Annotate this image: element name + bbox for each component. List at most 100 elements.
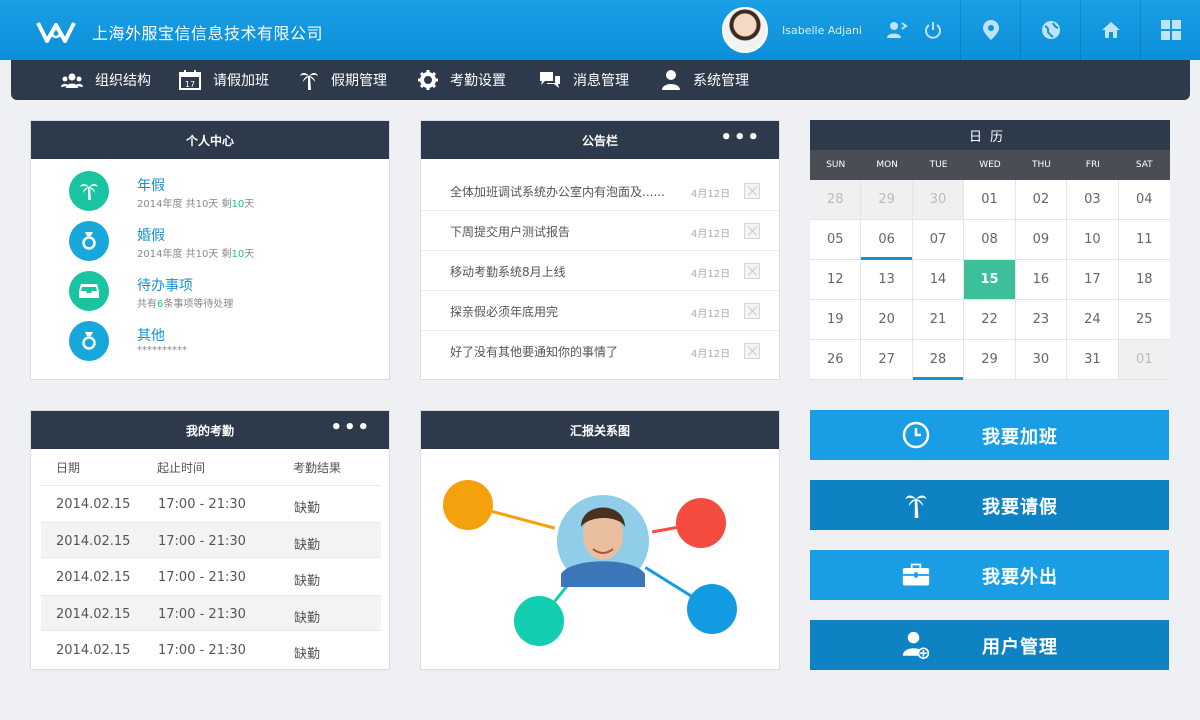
- calendar-day[interactable]: 06: [861, 220, 913, 260]
- calendar-day[interactable]: 31: [1067, 340, 1119, 380]
- notice-board-panel: 公告栏 ••• 全体加班调试系统办公室内有泡面及...... 4月12日 下周提…: [420, 120, 780, 380]
- calendar-day[interactable]: 13: [861, 260, 913, 300]
- power-icon[interactable]: [918, 0, 948, 60]
- table-row[interactable]: 2014.02.15 17:00 - 21:30 缺勤: [41, 632, 381, 668]
- close-icon[interactable]: [744, 183, 760, 199]
- calendar-day[interactable]: 10: [1067, 220, 1119, 260]
- calendar-day[interactable]: 29: [861, 180, 913, 220]
- calendar-day[interactable]: 09: [1015, 220, 1068, 260]
- location-icon[interactable]: [961, 0, 1021, 60]
- top-bar: 上海外服宝信信息技术有限公司 Isabelle Adjani: [0, 0, 1200, 60]
- nav-item-leave-overtime[interactable]: 17 请假加班: [179, 60, 269, 100]
- calendar-day[interactable]: 19: [810, 300, 862, 340]
- panel-title: 公告栏 •••: [421, 121, 779, 159]
- personal-item-todo[interactable]: 待办事项 共有6条事项等待处理: [69, 271, 389, 319]
- calendar-day[interactable]: 18: [1118, 260, 1170, 300]
- calendar-day[interactable]: 17: [1067, 260, 1119, 300]
- calendar-day[interactable]: 30: [912, 180, 965, 220]
- nav-label: 消息管理: [573, 73, 629, 89]
- notice-item[interactable]: 下周提交用户测试报告 4月12日: [421, 211, 779, 251]
- calendar-day[interactable]: 29: [964, 340, 1016, 380]
- apps-grid-icon[interactable]: [1141, 0, 1200, 60]
- notice-item[interactable]: 移动考勤系统8月上线 4月12日: [421, 251, 779, 291]
- calendar-day[interactable]: 20: [861, 300, 913, 340]
- node-circle[interactable]: [687, 584, 737, 634]
- users-icon: [61, 73, 83, 88]
- node-circle[interactable]: [443, 480, 493, 530]
- user-avatar[interactable]: [722, 7, 768, 53]
- report-graph: [443, 480, 737, 646]
- user-management-button[interactable]: 用户管理: [810, 620, 1169, 670]
- calendar-day[interactable]: 12: [810, 260, 862, 300]
- nav-item-holiday[interactable]: 假期管理: [299, 60, 387, 100]
- calendar-day[interactable]: 22: [964, 300, 1016, 340]
- calendar-day[interactable]: 05: [810, 220, 862, 260]
- table-row[interactable]: 2014.02.15 17:00 - 21:30 缺勤: [41, 559, 381, 595]
- calendar-day[interactable]: 26: [810, 340, 862, 380]
- ring-icon: [69, 221, 109, 261]
- panel-title: 我的考勤 •••: [31, 411, 389, 449]
- calendar-day[interactable]: 21: [912, 300, 965, 340]
- personal-item-annual-leave[interactable]: 年假 2014年度 共10天 剩10天: [69, 171, 389, 219]
- calendar-day[interactable]: 08: [964, 220, 1016, 260]
- close-icon[interactable]: [744, 263, 760, 279]
- calendar-day-today[interactable]: 15: [964, 260, 1016, 300]
- table-row[interactable]: 2014.02.15 17:00 - 21:30 缺勤: [41, 595, 381, 631]
- personal-item-other[interactable]: 其他 **********: [69, 321, 389, 369]
- chat-icon: [540, 72, 560, 88]
- nav-label: 请假加班: [213, 73, 269, 89]
- calendar-day[interactable]: 30: [1015, 340, 1068, 380]
- calendar-day[interactable]: 23: [1015, 300, 1068, 340]
- more-button[interactable]: •••: [720, 129, 761, 147]
- overtime-button[interactable]: 我要加班: [810, 410, 1169, 460]
- globe-icon[interactable]: [1021, 0, 1081, 60]
- calendar-day[interactable]: 27: [861, 340, 913, 380]
- more-button[interactable]: •••: [330, 419, 371, 437]
- node-circle[interactable]: [514, 596, 564, 646]
- calendar-day[interactable]: 03: [1067, 180, 1119, 220]
- close-icon[interactable]: [744, 343, 760, 359]
- gear-icon: [418, 70, 438, 90]
- calendar-day[interactable]: 24: [1067, 300, 1119, 340]
- calendar-day[interactable]: 02: [1015, 180, 1068, 220]
- nav-label: 系统管理: [693, 73, 749, 89]
- nav-item-attendance-settings[interactable]: 考勤设置: [418, 60, 506, 100]
- close-icon[interactable]: [744, 223, 760, 239]
- table-row[interactable]: 2014.02.15 17:00 - 21:30 缺勤: [41, 486, 381, 522]
- table-row[interactable]: 2014.02.15 17:00 - 21:30 缺勤: [41, 522, 381, 558]
- notice-item[interactable]: 探亲假必须年底用完 4月12日: [421, 291, 779, 331]
- personal-center-panel: 个人中心 年假 2014年度 共10天 剩10天 婚假 2014年度 共10天 …: [30, 120, 390, 380]
- calendar-day[interactable]: 25: [1118, 300, 1170, 340]
- calendar-day[interactable]: 01: [964, 180, 1016, 220]
- go-out-button[interactable]: 我要外出: [810, 550, 1169, 600]
- nav-item-organization[interactable]: 组织结构: [61, 60, 151, 100]
- calendar-day[interactable]: 04: [1118, 180, 1170, 220]
- leave-button[interactable]: 我要请假: [810, 480, 1169, 530]
- calendar-icon: 17: [179, 70, 201, 90]
- switch-user-icon[interactable]: [880, 0, 914, 60]
- calendar-day[interactable]: 28: [912, 340, 965, 380]
- briefcase-icon: [902, 561, 930, 589]
- home-icon[interactable]: [1081, 0, 1141, 60]
- notice-item[interactable]: 全体加班调试系统办公室内有泡面及...... 4月12日: [421, 171, 779, 211]
- calendar-day[interactable]: 11: [1118, 220, 1170, 260]
- user-name[interactable]: Isabelle Adjani: [782, 24, 862, 37]
- report-graph-panel: 汇报关系图: [420, 410, 780, 670]
- calendar-day[interactable]: 28: [810, 180, 862, 220]
- calendar-day[interactable]: 07: [912, 220, 965, 260]
- nav-label: 考勤设置: [450, 73, 506, 89]
- node-circle[interactable]: [676, 498, 726, 548]
- column-header-result: 考勤结果: [293, 461, 342, 475]
- inbox-icon: [69, 271, 109, 311]
- personal-item-marriage-leave[interactable]: 婚假 2014年度 共10天 剩10天: [69, 221, 389, 269]
- person-avatar[interactable]: [553, 491, 653, 591]
- calendar-day[interactable]: 01: [1118, 340, 1170, 380]
- clock-icon: [902, 421, 930, 449]
- calendar-day[interactable]: 14: [912, 260, 965, 300]
- calendar-day[interactable]: 16: [1015, 260, 1068, 300]
- close-icon[interactable]: [744, 303, 760, 319]
- nav-item-system[interactable]: 系统管理: [661, 60, 749, 100]
- nav-item-messages[interactable]: 消息管理: [539, 60, 629, 100]
- notice-item[interactable]: 好了没有其他要通知你的事情了 4月12日: [421, 331, 779, 371]
- panel-title: 个人中心: [31, 121, 389, 159]
